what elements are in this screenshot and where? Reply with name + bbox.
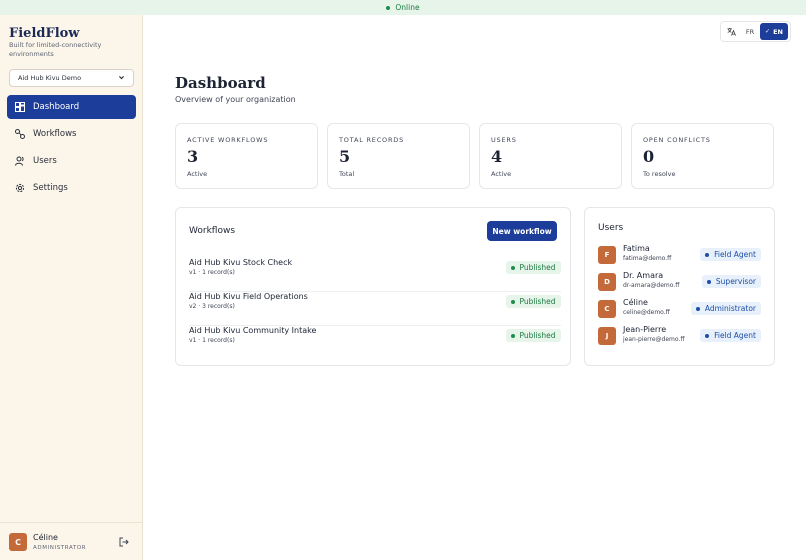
stat-value: 5: [339, 147, 351, 166]
user-name: Céline: [623, 298, 648, 307]
stat-card-open-conflicts: OPEN CONFLICTS 0 To resolve: [631, 123, 774, 189]
workflow-name[interactable]: Aid Hub Kivu Stock Check: [189, 258, 292, 267]
status-badge-label: Published: [519, 297, 556, 306]
translate-icon: [722, 27, 740, 36]
sidebar-item-label: Workflows: [33, 129, 77, 139]
stat-value: 0: [643, 147, 655, 166]
current-user-panel: C Céline ADMINISTRATOR: [0, 522, 143, 560]
connectivity-status-bar: Online: [0, 0, 806, 15]
current-user-name: Céline: [33, 533, 58, 542]
sidebar-item-label: Dashboard: [33, 102, 80, 112]
current-user-role: ADMINISTRATOR: [33, 545, 87, 551]
stat-subtext: Active: [187, 170, 208, 178]
sidebar-nav: Dashboard Workflows Users Settings: [7, 95, 136, 203]
sidebar-item-dashboard[interactable]: Dashboard: [7, 95, 136, 119]
workflow-row[interactable]: Aid Hub Kivu Stock Check v1 · 1 record(s…: [189, 258, 561, 292]
user-name: Fatima: [623, 244, 650, 253]
user-email: jean-pierre@demo.ff: [623, 336, 685, 343]
workflow-meta: v1 · 1 record(s): [189, 337, 235, 344]
role-badge-label: Administrator: [704, 304, 756, 313]
workflow-name[interactable]: Aid Hub Kivu Community Intake: [189, 326, 316, 335]
check-icon: ✓: [765, 28, 771, 35]
sidebar-item-users[interactable]: Users: [7, 149, 136, 173]
status-badge: Published: [506, 295, 561, 308]
user-row[interactable]: C Céline celine@demo.ff Administrator: [598, 298, 761, 320]
sidebar-item-label: Settings: [33, 183, 68, 193]
workflow-row[interactable]: Aid Hub Kivu Field Operations v2 · 3 rec…: [189, 292, 561, 326]
stat-subtext: Total: [339, 170, 355, 178]
role-badge: Field Agent: [700, 248, 761, 261]
workflow-row[interactable]: Aid Hub Kivu Community Intake v1 · 1 rec…: [189, 326, 561, 360]
role-badge: Administrator: [690, 302, 761, 315]
users-card: Users F Fatima fatima@demo.ff Field Agen…: [584, 207, 775, 366]
workflow-meta: v2 · 3 record(s): [189, 303, 235, 310]
role-badge: Supervisor: [701, 275, 761, 288]
avatar: C: [9, 533, 27, 551]
avatar: C: [598, 300, 616, 318]
language-switcher: FR ✓ EN: [720, 21, 791, 42]
avatar: J: [598, 327, 616, 345]
language-en-button[interactable]: ✓ EN: [760, 23, 788, 40]
brand-logo[interactable]: FieldFlow: [9, 26, 80, 41]
role-badge: Field Agent: [700, 329, 761, 342]
user-email: celine@demo.ff: [623, 309, 670, 316]
page-title: Dashboard: [175, 74, 266, 92]
brand-tagline: Built for limited-connectivity environme…: [9, 41, 102, 58]
sidebar: FieldFlow Built for limited-connectivity…: [0, 15, 143, 560]
gear-icon: [15, 183, 25, 193]
user-email: fatima@demo.ff: [623, 255, 672, 262]
sidebar-item-label: Users: [33, 156, 57, 166]
role-badge-label: Field Agent: [714, 331, 756, 340]
user-row[interactable]: D Dr. Amara dr-amara@demo.ff Supervisor: [598, 271, 761, 293]
user-row[interactable]: J Jean-Pierre jean-pierre@demo.ff Field …: [598, 325, 761, 347]
stat-subtext: Active: [491, 170, 512, 178]
stat-card-users: USERS 4 Active: [479, 123, 622, 189]
stat-label: ACTIVE WORKFLOWS: [187, 136, 269, 144]
user-email: dr-amara@demo.ff: [623, 282, 680, 289]
users-icon: [15, 156, 25, 166]
user-name: Dr. Amara: [623, 271, 664, 280]
avatar: D: [598, 273, 616, 291]
language-en-label: EN: [773, 27, 783, 36]
organization-select[interactable]: Aid Hub Kivu Demo: [9, 69, 134, 87]
stat-card-active-workflows: ACTIVE WORKFLOWS 3 Active: [175, 123, 318, 189]
status-badge-label: Published: [519, 263, 556, 272]
language-fr-button[interactable]: FR: [740, 28, 760, 36]
logout-icon[interactable]: [119, 537, 129, 547]
stat-label: TOTAL RECORDS: [339, 136, 405, 144]
stat-label: OPEN CONFLICTS: [643, 136, 711, 144]
chevron-down-icon: [118, 74, 125, 83]
avatar: F: [598, 246, 616, 264]
status-badge: Published: [506, 329, 561, 342]
users-card-title: Users: [598, 223, 624, 233]
role-badge-label: Field Agent: [714, 250, 756, 259]
user-row[interactable]: F Fatima fatima@demo.ff Field Agent: [598, 244, 761, 266]
stat-subtext: To resolve: [643, 170, 676, 178]
workflow-name[interactable]: Aid Hub Kivu Field Operations: [189, 292, 308, 301]
workflow-icon: [15, 129, 25, 139]
online-status-dot: [386, 5, 391, 10]
stat-label: USERS: [491, 136, 517, 144]
page-subtitle: Overview of your organization: [175, 95, 296, 104]
workflows-card-title: Workflows: [189, 226, 236, 236]
sidebar-item-settings[interactable]: Settings: [7, 176, 136, 200]
status-badge: Published: [506, 261, 561, 274]
dashboard-icon: [15, 102, 25, 112]
stat-value: 4: [491, 147, 503, 166]
role-badge-label: Supervisor: [715, 277, 756, 286]
organization-select-value: Aid Hub Kivu Demo: [18, 74, 82, 82]
workflows-card: Workflows New workflow Aid Hub Kivu Stoc…: [175, 207, 571, 366]
stat-value: 3: [187, 147, 199, 166]
user-name: Jean-Pierre: [623, 325, 667, 334]
online-status-text: Online: [395, 3, 420, 12]
stat-card-total-records: TOTAL RECORDS 5 Total: [327, 123, 470, 189]
workflow-meta: v1 · 1 record(s): [189, 269, 235, 276]
sidebar-item-workflows[interactable]: Workflows: [7, 122, 136, 146]
status-badge-label: Published: [519, 331, 556, 340]
new-workflow-button[interactable]: New workflow: [487, 221, 557, 241]
